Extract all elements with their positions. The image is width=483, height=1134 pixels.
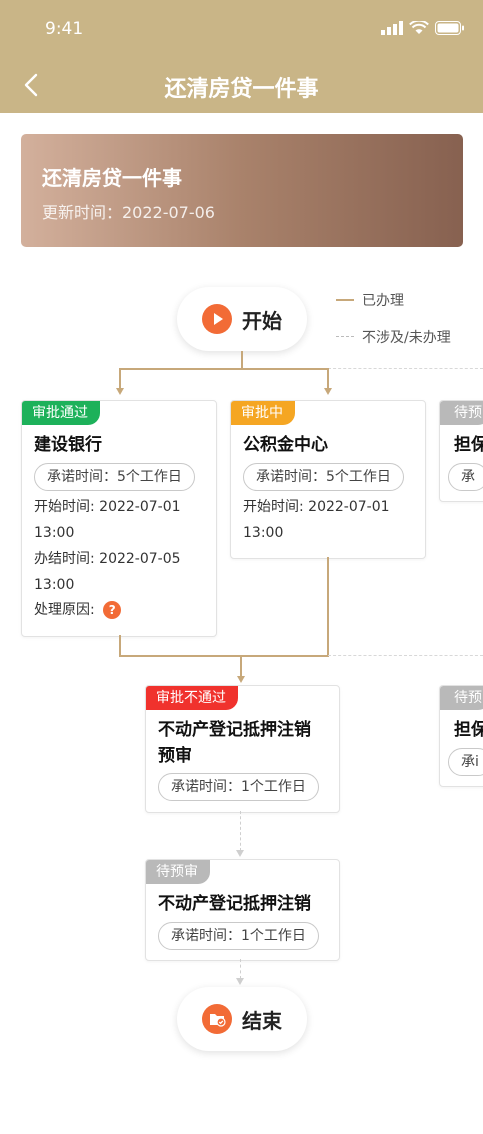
card-title: 公积金中心: [243, 435, 328, 455]
card-title: 建设银行: [34, 435, 102, 455]
card-title: 不动产登记抵押注销: [158, 720, 311, 740]
promise-time: 承i: [448, 748, 483, 776]
connector-dashed: [328, 368, 483, 369]
start-time: 开始时间: 2022-07-01: [34, 499, 181, 515]
reason-label: 处理原因:: [34, 602, 95, 618]
end-label: 结束: [242, 1008, 282, 1033]
battery-icon: [435, 21, 464, 35]
start-label: 开始: [242, 308, 282, 333]
card-title: 不动产登记抵押注销: [158, 894, 311, 914]
arrow-down-icon: [324, 388, 332, 395]
step-card-fund[interactable]: 审批中 公积金中心 承诺时间：5个工作日 开始时间: 2022-07-01 13…: [230, 400, 426, 559]
header-bar: 9:41 还清房贷一件事: [0, 0, 483, 113]
connector: [119, 368, 121, 388]
banner-title: 还清房贷一件事: [42, 166, 182, 190]
status-badge: 审批不通过: [146, 686, 238, 710]
wifi-icon: [409, 21, 429, 34]
promise-time: 承诺时间：1个工作日: [158, 922, 319, 950]
end-time: 办结时间: 2022-07-05: [34, 551, 181, 567]
legend-done-label: 已办理: [362, 293, 404, 309]
status-badge: 待预: [440, 686, 483, 710]
legend-dashed-line: [336, 336, 354, 337]
connector: [240, 655, 242, 677]
connector-dashed: [240, 811, 241, 851]
legend-solid-line: [336, 299, 354, 301]
signal-icon: [381, 21, 403, 35]
start-time: 开始时间: 2022-07-01: [243, 499, 390, 515]
card-title-line-2: 预审: [158, 746, 192, 766]
status-badge: 审批通过: [22, 401, 100, 425]
step-card-cancel[interactable]: 待预审 不动产登记抵押注销 承诺时间：1个工作日: [145, 859, 340, 961]
connector: [119, 635, 121, 657]
promise-time: 承诺时间：1个工作日: [158, 773, 319, 801]
arrow-down-icon: [236, 978, 244, 985]
legend-not-applicable-label: 不涉及/未办理: [362, 330, 451, 346]
promise-time: 承诺时间：5个工作日: [34, 463, 195, 491]
folder-check-icon: [202, 1004, 232, 1034]
status-badge: 待预审: [146, 860, 210, 884]
page-title: 还清房贷一件事: [164, 77, 319, 102]
summary-banner: 还清房贷一件事 更新时间：2022-07-06: [21, 134, 463, 247]
connector: [327, 368, 329, 388]
step-card-pre-review[interactable]: 审批不通过 不动产登记抵押注销 预审 承诺时间：1个工作日: [145, 685, 340, 813]
start-node: 开始: [177, 287, 307, 351]
connector: [119, 368, 328, 370]
legend-done: 已办理: [336, 290, 476, 312]
status-time: 9:41: [45, 19, 84, 39]
start-time-clock: 13:00: [34, 525, 75, 541]
end-node: 结束: [177, 987, 307, 1051]
arrow-down-icon: [236, 850, 244, 857]
end-time-clock: 13:00: [34, 577, 75, 593]
arrow-down-icon: [237, 676, 245, 683]
connector: [241, 351, 243, 369]
status-icons: [381, 21, 465, 35]
arrow-down-icon: [116, 388, 124, 395]
step-card-guarantee-top[interactable]: 待预 担保 承: [439, 400, 483, 502]
connector: [119, 655, 328, 657]
connector: [327, 557, 329, 657]
card-title: 担保: [454, 435, 483, 455]
promise-time: 承: [448, 463, 483, 491]
connector-dashed: [328, 655, 483, 656]
step-card-guarantee-mid[interactable]: 待预 担保 承i: [439, 685, 483, 787]
reason-row: 处理原因: ?: [34, 597, 122, 623]
card-title: 担保: [454, 720, 483, 740]
step-card-bank[interactable]: 审批通过 建设银行 承诺时间：5个工作日 开始时间: 2022-07-01 13…: [21, 400, 217, 637]
connector-dashed: [240, 959, 241, 979]
banner-updated-time: 更新时间：2022-07-06: [42, 203, 215, 222]
legend-not-applicable: 不涉及/未办理: [336, 327, 476, 349]
status-badge: 待预: [440, 401, 483, 425]
question-icon[interactable]: ?: [103, 601, 122, 619]
promise-time: 承诺时间：5个工作日: [243, 463, 404, 491]
play-icon: [202, 304, 232, 334]
status-badge: 审批中: [231, 401, 295, 425]
start-time-clock: 13:00: [243, 525, 284, 541]
